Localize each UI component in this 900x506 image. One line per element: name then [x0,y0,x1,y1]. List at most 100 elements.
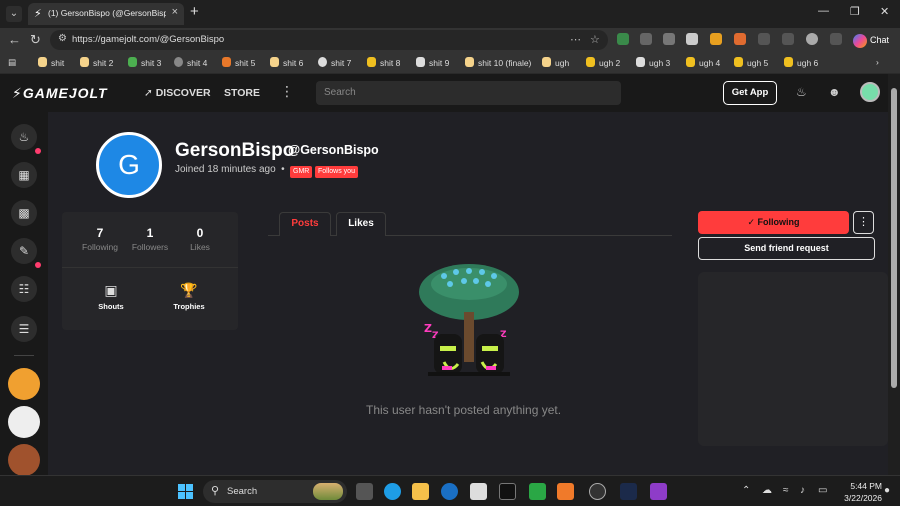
bookmark-item[interactable]: ugh 5 [734,57,768,68]
app-icon[interactable] [620,483,637,500]
app-icon[interactable] [650,483,667,500]
taskbar-search-label: Search [227,486,258,497]
shouts-label[interactable]: Shouts [86,302,136,311]
taskbar-search[interactable]: ⚲ Search [203,480,347,503]
chat-bubble-icon[interactable]: ▣ [86,282,136,299]
bookmarks-overflow-icon[interactable]: › [876,57,879,67]
tab-list-menu-icon[interactable]: ⌄ [6,6,22,22]
bookmark-item[interactable]: shit 5 [222,57,255,68]
new-tab-icon[interactable]: + [190,3,199,20]
copilot-chat-button[interactable]: Chat [853,31,889,49]
task-view-icon[interactable] [356,483,373,500]
tab-likes[interactable]: Likes [336,212,386,236]
bookmark-item[interactable]: ugh 3 [636,57,670,68]
fl-studio-icon[interactable] [557,483,574,500]
tab-close-icon[interactable]: × [172,6,178,18]
extensions-puzzle-icon[interactable] [758,33,770,45]
browser-tab-strip: ⌄ ⚡ (1) GersonBispo (@GersonBispo) · × +… [0,0,900,28]
search-input[interactable]: Search [316,81,621,105]
edge-browser-icon[interactable] [384,483,401,500]
bookmark-item[interactable]: shit 8 [367,57,400,68]
microsoft-store-icon[interactable] [470,483,487,500]
community-avatar[interactable] [8,406,40,438]
gamejolt-logo[interactable]: ⚡GAMEJOLT [12,85,108,102]
bookmark-item[interactable]: shit 6 [270,57,303,68]
bookmark-item[interactable]: shit 4 [174,57,207,68]
weather-icon[interactable]: ☁ [762,485,772,496]
bookmark-item[interactable]: ugh 2 [586,57,620,68]
community-avatar[interactable] [8,368,40,400]
roblox-icon[interactable] [499,483,516,500]
bookmark-item[interactable]: shit 10 (finale) [465,57,531,68]
steam-icon[interactable] [589,483,606,500]
collections-icon[interactable] [782,33,794,45]
bookmark-item[interactable]: shit 9 [416,57,449,68]
rail-chat-icon[interactable]: ☷ [11,276,37,302]
bookmarks-menu-icon[interactable]: ▤ [8,57,16,68]
back-icon[interactable]: ← [8,32,21,47]
profile-avatar-icon[interactable] [806,33,818,45]
bookmark-item[interactable]: ugh 6 [784,57,818,68]
bookmark-item[interactable]: shit [38,57,64,68]
profile-more-options-icon[interactable]: ⋮ [853,211,874,234]
page-scrollbar[interactable] [888,74,900,475]
minimize-icon[interactable]: — [818,5,829,17]
scrollbar-thumb[interactable] [891,88,897,388]
taskbar-clock[interactable]: 5:44 PM 3/22/2026 [836,480,882,504]
extension-icon[interactable] [617,33,629,45]
bookmark-item[interactable]: shit 2 [80,57,113,68]
battery-icon[interactable]: ▭ [818,485,827,496]
rail-activity-icon[interactable]: ♨ [11,124,37,150]
friends-icon[interactable]: ☻ [828,85,841,99]
maximize-icon[interactable]: ❐ [850,5,860,18]
close-window-icon[interactable]: ✕ [880,5,889,18]
trophy-icon[interactable]: 🏆 [164,282,214,299]
bookmark-item[interactable]: ugh 4 [686,57,720,68]
notification-dot [35,148,41,154]
windows-start-icon[interactable] [178,484,193,499]
following-button[interactable]: ✓ Following [698,211,849,234]
url-field[interactable]: ⚙ https://gamejolt.com/@GersonBispo ⋯ ☆ [50,30,608,50]
tray-overflow-icon[interactable]: ⌃ [742,485,750,496]
rail-store-icon[interactable]: ▦ [11,162,37,188]
extension-icon[interactable] [686,33,698,45]
browser-tab-active[interactable]: ⚡ (1) GersonBispo (@GersonBispo) · × [28,3,184,25]
favorite-star-icon[interactable]: ☆ [590,33,600,46]
more-menu-icon[interactable]: ⋮ [280,83,294,100]
rail-quests-icon[interactable]: ✎ [11,238,37,264]
likes-label: Likes [190,242,210,252]
more-info-icon[interactable]: ⋯ [570,33,581,46]
followers-count[interactable]: 1 [125,226,175,240]
site-info-icon[interactable]: ⚙ [58,33,67,44]
nav-store[interactable]: STORE [224,87,260,99]
user-avatar[interactable] [860,82,880,102]
extension-icon[interactable] [710,33,722,45]
trophies-label[interactable]: Trophies [164,302,214,311]
camera-extension-icon[interactable] [663,33,675,45]
shield-extension-icon[interactable] [640,33,652,45]
notification-center-icon[interactable]: ● [884,485,890,496]
get-app-button[interactable]: Get App [723,81,777,105]
notifications-bell-icon[interactable]: ♨ [796,85,807,99]
likes-count[interactable]: 0 [175,226,225,240]
refresh-icon[interactable]: ↻ [30,32,41,48]
rail-library-icon[interactable]: ☰ [11,316,37,342]
bookmark-item[interactable]: shit 3 [128,57,161,68]
tab-posts[interactable]: Posts [279,212,331,236]
green-app-icon[interactable] [529,483,546,500]
volume-icon[interactable]: ♪ [800,485,805,496]
hp-app-icon[interactable] [441,483,458,500]
wifi-icon[interactable]: ≈ [783,485,789,496]
file-explorer-icon[interactable] [412,483,429,500]
following-count[interactable]: 7 [75,226,125,240]
community-avatar[interactable] [8,444,40,475]
bookmark-item[interactable]: ugh [542,57,569,68]
browser-menu-icon[interactable] [830,33,842,45]
gmr-badge: GMR [290,166,313,178]
bookmark-item[interactable]: shit 7 [318,57,351,68]
pencil-extension-icon[interactable] [734,33,746,45]
send-friend-request-button[interactable]: Send friend request [698,237,875,260]
nav-discover[interactable]: ➚ DISCOVER [144,87,211,99]
rail-backpack-icon[interactable]: ▩ [11,200,37,226]
tab-title: (1) GersonBispo (@GersonBispo) · [48,8,166,18]
